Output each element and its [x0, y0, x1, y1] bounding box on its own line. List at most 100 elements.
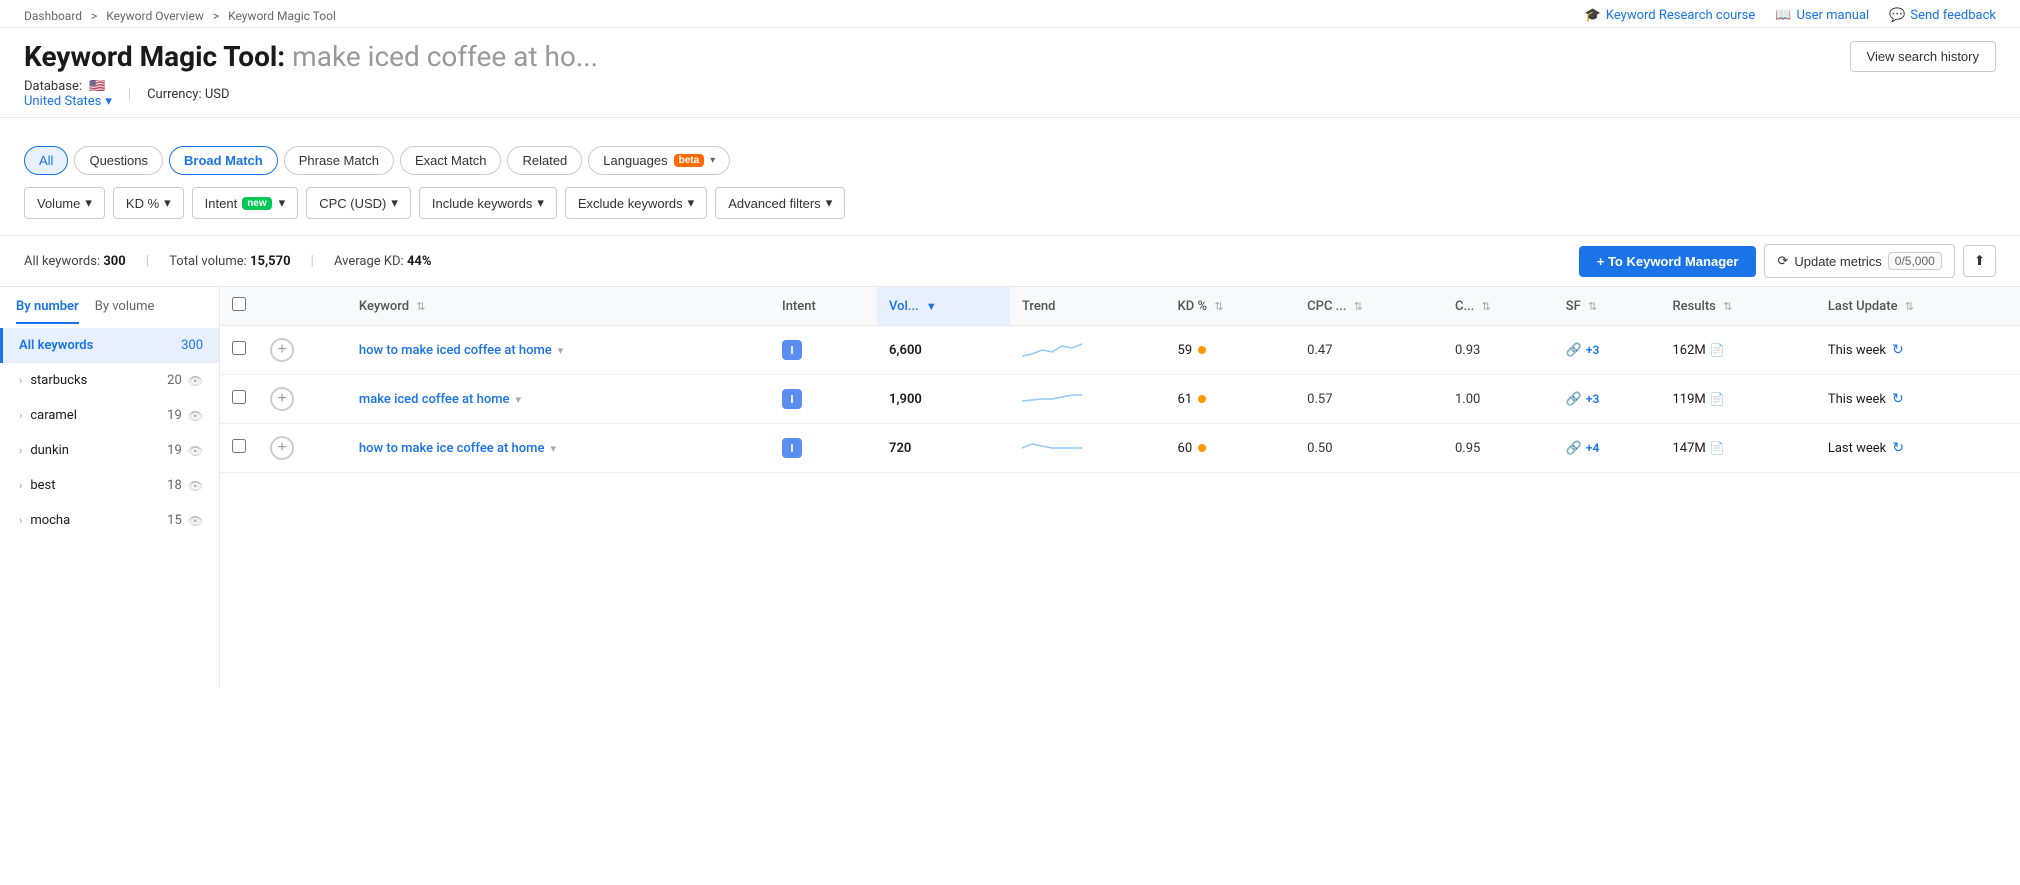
- database-dropdown[interactable]: United States ▾: [24, 94, 112, 109]
- eye-icon[interactable]: 👁: [188, 479, 203, 493]
- kd-filter[interactable]: KD % ▾: [113, 187, 184, 219]
- export-button[interactable]: ⬆: [1963, 245, 1996, 277]
- th-sf[interactable]: SF ⇅: [1554, 287, 1661, 326]
- cpc-filter[interactable]: CPC (USD) ▾: [306, 187, 411, 219]
- td-intent: I: [770, 326, 877, 375]
- sidebar-item-caramel[interactable]: › caramel 19 👁: [0, 398, 219, 433]
- dropdown-icon[interactable]: ▾: [550, 442, 556, 455]
- tab-questions[interactable]: Questions: [74, 146, 163, 175]
- dropdown-icon[interactable]: ▾: [558, 344, 564, 357]
- user-manual-link[interactable]: 📖 User manual: [1775, 8, 1869, 23]
- tab-related[interactable]: Related: [507, 146, 582, 175]
- keyword-link[interactable]: how to make iced coffee at home: [359, 343, 552, 358]
- export-icon: ⬆: [1974, 253, 1985, 268]
- keyword-link[interactable]: how to make ice coffee at home: [359, 441, 545, 456]
- th-results[interactable]: Results ⇅: [1660, 287, 1815, 326]
- sidebar-item-dunkin[interactable]: › dunkin 19 👁: [0, 433, 219, 468]
- flag-icon: 🇺🇸: [89, 79, 105, 94]
- th-trend[interactable]: Trend: [1010, 287, 1166, 326]
- td-results: 162M 📄: [1660, 326, 1815, 375]
- th-com[interactable]: C... ⇅: [1443, 287, 1554, 326]
- select-all-checkbox[interactable]: [232, 297, 246, 311]
- td-results: 147M 📄: [1660, 424, 1815, 473]
- eye-icon[interactable]: 👁: [188, 514, 203, 528]
- total-volume-stat: Total volume: 15,570: [169, 254, 290, 269]
- stats-actions: + To Keyword Manager ⟳ Update metrics 0/…: [1579, 244, 1996, 278]
- table-header-row: Keyword ⇅ Intent Vol... ▼ Trend KD % ⇅ C…: [220, 287, 2020, 326]
- sidebar-item-starbucks[interactable]: › starbucks 20 👁: [0, 363, 219, 398]
- td-com: 0.95: [1443, 424, 1554, 473]
- keywords-table: Keyword ⇅ Intent Vol... ▼ Trend KD % ⇅ C…: [220, 287, 2020, 473]
- breadcrumb-keyword-overview[interactable]: Keyword Overview: [106, 9, 204, 23]
- filter-tab-row: All Questions Broad Match Phrase Match E…: [24, 146, 1996, 175]
- chevron-right-icon: ›: [19, 479, 22, 492]
- sf-plus[interactable]: +3: [1586, 343, 1599, 357]
- trend-chart: [1022, 336, 1082, 360]
- add-keyword-button[interactable]: +: [270, 436, 294, 460]
- add-keyword-button[interactable]: +: [270, 387, 294, 411]
- th-keyword[interactable]: Keyword ⇅: [347, 287, 770, 326]
- refresh-icon[interactable]: ↻: [1892, 391, 1904, 407]
- languages-label: Languages: [603, 153, 667, 168]
- link-icon: 🔗: [1566, 343, 1582, 358]
- sort-by-volume-tab[interactable]: By volume: [95, 299, 155, 324]
- doc-icon: 📄: [1710, 343, 1725, 357]
- eye-icon[interactable]: 👁: [188, 374, 203, 388]
- tab-phrase-match[interactable]: Phrase Match: [284, 146, 394, 175]
- td-cpc: 0.47: [1295, 326, 1443, 375]
- doc-icon: 📄: [1710, 392, 1725, 406]
- include-keywords-filter[interactable]: Include keywords ▾: [419, 187, 557, 219]
- languages-dropdown[interactable]: Languages beta ▾: [588, 146, 730, 175]
- row-checkbox[interactable]: [232, 390, 246, 404]
- volume-filter[interactable]: Volume ▾: [24, 187, 105, 219]
- trend-chart: [1022, 385, 1082, 409]
- add-keyword-button[interactable]: +: [270, 338, 294, 362]
- chevron-down-icon: ▾: [537, 195, 544, 211]
- tab-broad-match[interactable]: Broad Match: [169, 146, 278, 175]
- kd-indicator: [1198, 444, 1206, 452]
- tab-exact-match[interactable]: Exact Match: [400, 146, 502, 175]
- keyword-research-course-link[interactable]: 🎓 Keyword Research course: [1585, 8, 1756, 23]
- row-checkbox[interactable]: [232, 341, 246, 355]
- chevron-down-icon: ▾: [85, 195, 92, 211]
- view-history-button[interactable]: View search history: [1850, 41, 1996, 72]
- divider-line: |: [128, 87, 131, 102]
- eye-icon[interactable]: 👁: [188, 444, 203, 458]
- td-cpc: 0.50: [1295, 424, 1443, 473]
- th-kd[interactable]: KD % ⇅: [1166, 287, 1296, 326]
- eye-icon[interactable]: 👁: [188, 409, 203, 423]
- sort-by-number-tab[interactable]: By number: [16, 299, 79, 324]
- tab-all[interactable]: All: [24, 146, 68, 175]
- th-cpc[interactable]: CPC ... ⇅: [1295, 287, 1443, 326]
- breadcrumb-current: Keyword Magic Tool: [228, 9, 336, 23]
- send-feedback-link[interactable]: 💬 Send feedback: [1889, 8, 1996, 23]
- refresh-icon[interactable]: ↻: [1892, 440, 1904, 456]
- sf-plus[interactable]: +3: [1586, 392, 1599, 406]
- chevron-right-icon: ›: [19, 514, 22, 527]
- td-kd: 59: [1166, 326, 1296, 375]
- th-volume[interactable]: Vol... ▼: [877, 287, 1010, 326]
- sidebar-item-all-keywords[interactable]: All keywords 300: [0, 328, 219, 363]
- td-com: 1.00: [1443, 375, 1554, 424]
- exclude-keywords-filter[interactable]: Exclude keywords ▾: [565, 187, 707, 219]
- intent-badge: I: [782, 438, 802, 458]
- refresh-icon[interactable]: ↻: [1892, 342, 1904, 358]
- avg-kd-stat: Average KD: 44%: [334, 254, 432, 269]
- keyword-link[interactable]: make iced coffee at home: [359, 392, 510, 407]
- td-add: +: [258, 375, 347, 424]
- intent-filter[interactable]: Intent new ▾: [192, 187, 299, 219]
- td-volume: 720: [877, 424, 1010, 473]
- td-keyword: make iced coffee at home ▾: [347, 375, 770, 424]
- sidebar-item-mocha[interactable]: › mocha 15 👁: [0, 503, 219, 538]
- row-checkbox[interactable]: [232, 439, 246, 453]
- sf-plus[interactable]: +4: [1586, 441, 1599, 455]
- advanced-filters[interactable]: Advanced filters ▾: [715, 187, 845, 219]
- sidebar-item-best[interactable]: › best 18 👁: [0, 468, 219, 503]
- th-last-update[interactable]: Last Update ⇅: [1816, 287, 2020, 326]
- breadcrumb-dashboard[interactable]: Dashboard: [24, 9, 82, 23]
- th-intent[interactable]: Intent: [770, 287, 877, 326]
- update-metrics-button[interactable]: ⟳ Update metrics 0/5,000: [1764, 244, 1954, 278]
- keyword-manager-button[interactable]: + To Keyword Manager: [1579, 246, 1757, 277]
- trend-chart: [1022, 434, 1082, 458]
- dropdown-icon[interactable]: ▾: [516, 393, 522, 406]
